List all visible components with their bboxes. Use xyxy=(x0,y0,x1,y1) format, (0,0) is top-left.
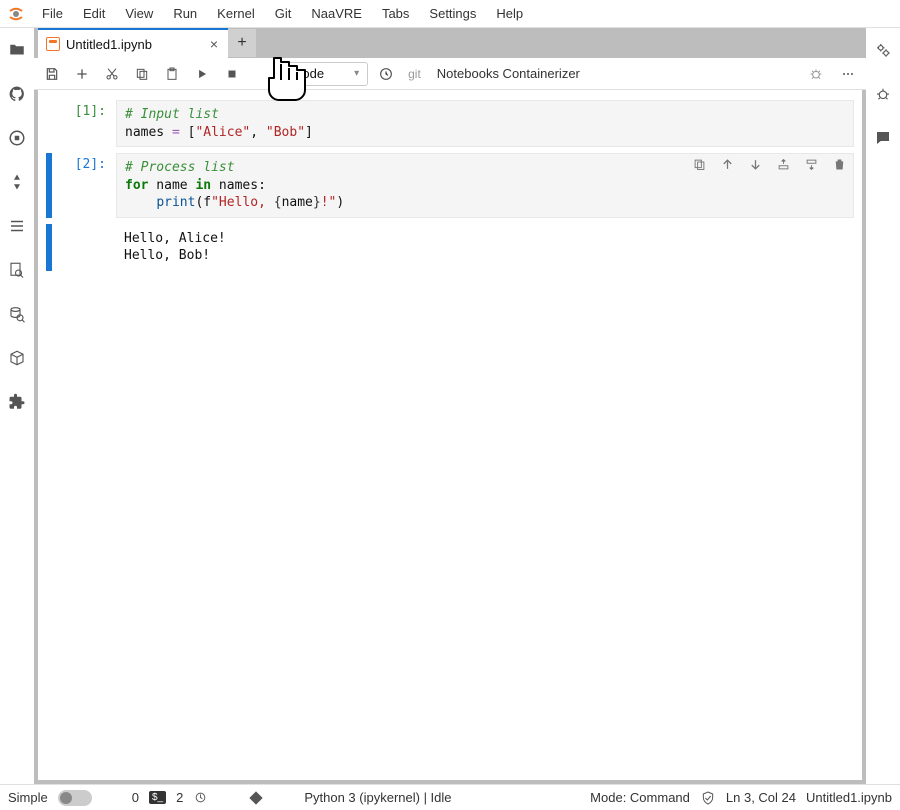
cell-toolbar xyxy=(690,155,848,173)
git-label: git xyxy=(408,67,421,81)
output-gutter xyxy=(46,224,52,271)
cell-gutter xyxy=(46,100,52,147)
menu-view[interactable]: View xyxy=(115,2,163,25)
menu-edit[interactable]: Edit xyxy=(73,2,115,25)
cell-2-output-row: Hello, Alice! Hello, Bob! xyxy=(46,224,854,271)
extension-icon[interactable] xyxy=(7,392,27,412)
menu-kernel[interactable]: Kernel xyxy=(207,2,265,25)
search-db-icon[interactable] xyxy=(7,304,27,324)
simple-toggle[interactable] xyxy=(58,790,92,806)
menu-file[interactable]: File xyxy=(32,2,73,25)
tab-bar: Untitled1.ipynb × + xyxy=(34,28,866,58)
output-prompt xyxy=(54,224,116,271)
terminal-badge-icon[interactable]: $_ xyxy=(149,791,166,804)
cell-prompt: [2]: xyxy=(54,153,116,218)
status-terminals-count[interactable]: 2 xyxy=(176,790,183,805)
menu-naavre[interactable]: NaaVRE xyxy=(301,2,372,25)
cell-gutter xyxy=(46,153,52,218)
move-down-icon[interactable] xyxy=(746,155,764,173)
menu-settings[interactable]: Settings xyxy=(419,2,486,25)
git-status-icon[interactable] xyxy=(248,790,264,806)
paste-icon[interactable] xyxy=(160,62,184,86)
cell-output: Hello, Alice! Hello, Bob! xyxy=(116,224,234,271)
insert-above-icon[interactable] xyxy=(774,155,792,173)
right-activity-bar xyxy=(866,28,900,784)
notebook-toolbar: Code ▾ git Notebooks Containerizer xyxy=(34,58,866,90)
insert-below-icon[interactable] xyxy=(802,155,820,173)
kernel-status[interactable]: Python 3 (ipykernel) | Idle xyxy=(304,790,451,805)
cut-icon[interactable] xyxy=(100,62,124,86)
running-icon[interactable] xyxy=(7,128,27,148)
cursor-position[interactable]: Ln 3, Col 24 xyxy=(726,790,796,805)
folder-icon[interactable] xyxy=(7,40,27,60)
close-tab-button[interactable]: × xyxy=(210,36,218,52)
stop-icon[interactable] xyxy=(220,62,244,86)
duplicate-cell-icon[interactable] xyxy=(690,155,708,173)
cell-code[interactable]: # Input list names = ["Alice", "Bob"] xyxy=(116,100,854,147)
insert-cell-icon[interactable] xyxy=(70,62,94,86)
run-icon[interactable] xyxy=(190,62,214,86)
chevron-down-icon: ▾ xyxy=(354,68,359,79)
move-up-icon[interactable] xyxy=(718,155,736,173)
debug-icon[interactable] xyxy=(873,84,893,104)
mode-status[interactable]: Mode: Command xyxy=(590,790,690,805)
search-file-icon[interactable] xyxy=(7,260,27,280)
delete-cell-icon[interactable] xyxy=(830,155,848,173)
status-bar: Simple 0 $_ 2 Python 3 (ipykernel) | Idl… xyxy=(0,784,900,810)
toc-icon[interactable] xyxy=(7,216,27,236)
git-branch-icon[interactable] xyxy=(7,172,27,192)
cell-2[interactable]: [2]: # Process list for name in names: p… xyxy=(46,153,854,218)
github-icon[interactable] xyxy=(7,84,27,104)
chat-icon[interactable] xyxy=(873,128,893,148)
simple-label: Simple xyxy=(8,790,48,805)
filename-status[interactable]: Untitled1.ipynb xyxy=(806,790,892,805)
cell-prompt: [1]: xyxy=(54,100,116,147)
menu-tabs[interactable]: Tabs xyxy=(372,2,419,25)
copy-icon[interactable] xyxy=(130,62,154,86)
notebook-icon xyxy=(46,37,60,51)
containerizer-label[interactable]: Notebooks Containerizer xyxy=(431,66,798,81)
jupyter-logo-icon[interactable] xyxy=(6,4,26,24)
trusted-icon[interactable] xyxy=(700,790,716,806)
notebook-area[interactable]: [1]: # Input list names = ["Alice", "Bob… xyxy=(34,90,866,784)
main-row: Untitled1.ipynb × + xyxy=(0,28,900,784)
menu-run[interactable]: Run xyxy=(163,2,207,25)
cube-icon[interactable] xyxy=(7,348,27,368)
clock-icon[interactable] xyxy=(374,62,398,86)
tab-title: Untitled1.ipynb xyxy=(66,37,152,52)
menu-help[interactable]: Help xyxy=(486,2,533,25)
bug-icon[interactable] xyxy=(804,62,828,86)
cell-type-label: Code xyxy=(293,66,324,81)
document-panel: Untitled1.ipynb × + xyxy=(34,28,866,784)
cell-type-select[interactable]: Code ▾ xyxy=(284,62,368,86)
more-icon[interactable] xyxy=(836,62,860,86)
tab-untitled1[interactable]: Untitled1.ipynb × xyxy=(38,28,228,58)
menu-git[interactable]: Git xyxy=(265,2,302,25)
gears-icon[interactable] xyxy=(873,40,893,60)
save-icon[interactable] xyxy=(40,62,64,86)
cell-1[interactable]: [1]: # Input list names = ["Alice", "Bob… xyxy=(46,100,854,147)
lsp-icon[interactable] xyxy=(193,790,208,805)
left-activity-bar xyxy=(0,28,34,784)
status-count-0[interactable]: 0 xyxy=(132,790,139,805)
menu-bar: File Edit View Run Kernel Git NaaVRE Tab… xyxy=(0,0,900,28)
new-launcher-button[interactable]: + xyxy=(228,29,256,57)
